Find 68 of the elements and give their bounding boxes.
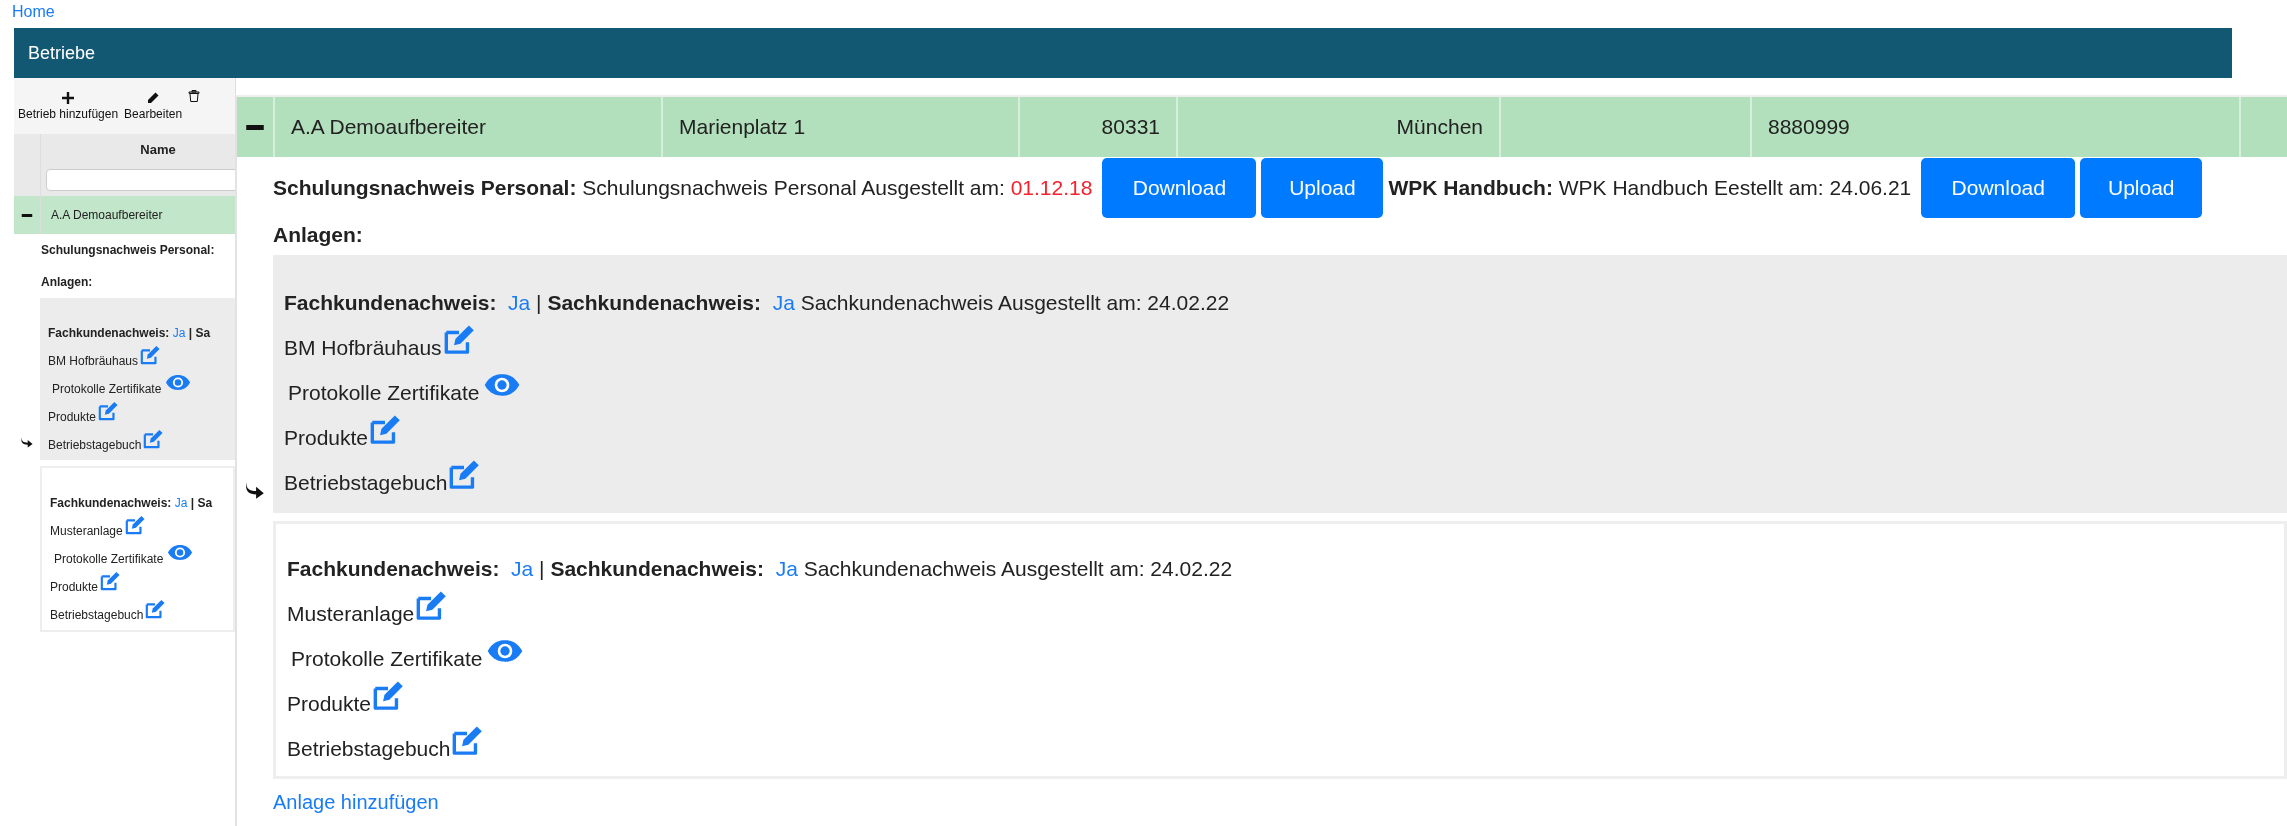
toolbar-button[interactable]: Bearbeiten bbox=[124, 91, 183, 121]
pencil-icon bbox=[147, 91, 160, 104]
edit-icon[interactable] bbox=[139, 345, 162, 365]
eye-icon[interactable] bbox=[483, 373, 522, 397]
field-label: Fachkundenachweis: bbox=[48, 326, 170, 340]
value-link[interactable]: Ja bbox=[172, 326, 186, 340]
edit-icon[interactable] bbox=[371, 680, 406, 711]
section-label: Anlagen: bbox=[41, 275, 93, 289]
action-button[interactable]: Upload bbox=[1261, 158, 1384, 218]
filter-field[interactable] bbox=[46, 169, 235, 191]
eye-icon[interactable] bbox=[167, 544, 194, 561]
hook-arrow-icon bbox=[20, 436, 34, 448]
item-label: Betriebstagebuch bbox=[284, 471, 448, 495]
document-info: Schulungsnachweis Personal: Schulungsnachweis Personal Ausgestellt am: 01.12.18 bbox=[273, 176, 1093, 200]
anlage-name: BM Hofbräuhaus bbox=[48, 354, 139, 368]
collapse-toggle[interactable] bbox=[246, 124, 264, 130]
eye-icon[interactable] bbox=[165, 374, 192, 391]
item-label: Produkte bbox=[287, 692, 372, 716]
edit-icon[interactable] bbox=[368, 414, 403, 445]
item-label: Protokolle Zertifikate bbox=[52, 382, 162, 396]
edit-icon[interactable] bbox=[450, 725, 485, 756]
trash-icon bbox=[188, 90, 201, 102]
anlage-summary: Fachkundenachweis: Ja | Sachkundenachweis: Ja Sachkundenachweis Ausgestellt am: 24.02.22 bbox=[287, 557, 1233, 581]
field-label: | Sa bbox=[190, 496, 213, 510]
plus-icon bbox=[62, 91, 75, 104]
anlage-name: Musteranlage bbox=[287, 602, 415, 626]
table-cell: 8880999 bbox=[1768, 115, 1850, 139]
column-header: Name bbox=[139, 140, 177, 159]
action-button[interactable]: Upload bbox=[2080, 158, 2203, 218]
anlage-summary: Fachkundenachweis: Ja | Sachkundenachweis: Ja Sachkundenachweis Ausgestellt am: 24.02.22 bbox=[284, 291, 1230, 315]
value-link[interactable]: Ja bbox=[174, 496, 188, 510]
table-cell-text: A.A Demoaufbereiter bbox=[50, 207, 163, 224]
item-label: Betriebstagebuch bbox=[287, 737, 451, 761]
delete-button[interactable] bbox=[188, 90, 201, 102]
edit-icon[interactable] bbox=[123, 515, 146, 535]
item-label: Protokolle Zertifikate bbox=[54, 552, 164, 566]
edit-icon[interactable] bbox=[414, 590, 449, 621]
document-label: Schulungsnachweis Personal: bbox=[41, 243, 215, 257]
item-label: Protokolle Zertifikate bbox=[291, 647, 483, 671]
anlage-name: Musteranlage bbox=[50, 524, 123, 538]
item-label: Produkte bbox=[48, 410, 97, 424]
table-cell: Marienplatz 1 bbox=[679, 115, 806, 139]
edit-icon[interactable] bbox=[97, 401, 120, 421]
item-label: Produkte bbox=[284, 426, 369, 450]
document-info: WPK Handbuch: WPK Handbuch Eestellt am: 24.06.21 bbox=[1388, 176, 1912, 200]
edit-icon[interactable] bbox=[144, 599, 167, 619]
table-cell: München bbox=[1396, 115, 1483, 139]
table-cell: A.A Demoaufbereiter bbox=[291, 115, 486, 139]
edit-icon[interactable] bbox=[99, 571, 122, 591]
collapse-toggle[interactable] bbox=[21, 213, 33, 217]
panel-title: Betriebe bbox=[28, 42, 96, 64]
add-anlage-link[interactable]: Anlage hinzufügen bbox=[273, 791, 439, 814]
item-label: Betriebstagebuch bbox=[48, 438, 142, 452]
edit-icon[interactable] bbox=[447, 459, 482, 490]
item-label: Betriebstagebuch bbox=[50, 608, 144, 622]
section-label: Anlagen: bbox=[273, 223, 363, 247]
anlage-name: BM Hofbräuhaus bbox=[284, 336, 442, 360]
table-cell: 80331 bbox=[1101, 115, 1160, 139]
toolbar-button[interactable]: Betrieb hinzufügen bbox=[18, 91, 119, 121]
home-link[interactable]: Home bbox=[12, 2, 55, 28]
action-button[interactable]: Download bbox=[1921, 158, 2076, 218]
item-label: Protokolle Zertifikate bbox=[288, 381, 480, 405]
action-button[interactable]: Download bbox=[1102, 158, 1257, 218]
field-label: Fachkundenachweis: bbox=[50, 496, 172, 510]
eye-icon[interactable] bbox=[486, 639, 525, 663]
field-label: | Sa bbox=[188, 326, 211, 340]
edit-icon[interactable] bbox=[142, 429, 165, 449]
item-label: Produkte bbox=[50, 580, 99, 594]
